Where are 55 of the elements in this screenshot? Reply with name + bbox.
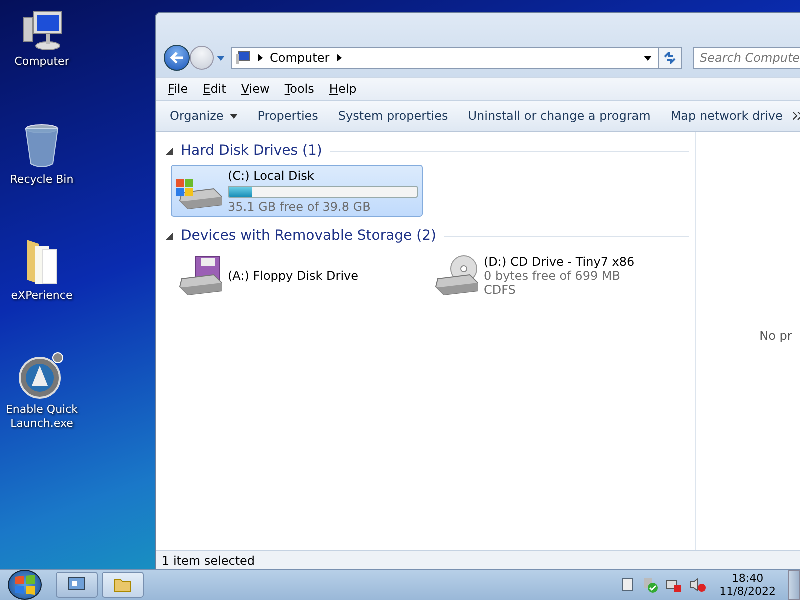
- collapse-triangle-icon[interactable]: [166, 148, 173, 154]
- menu-item[interactable]: Edit: [197, 82, 236, 96]
- arrow-left-icon: [170, 52, 184, 64]
- toolbar-button[interactable]: Uninstall or change a program: [458, 105, 661, 127]
- search-field[interactable]: Search Compute: [693, 47, 800, 69]
- dropdown-arrow-icon[interactable]: [644, 56, 652, 60]
- menu-item[interactable]: File: [162, 82, 198, 96]
- clock[interactable]: 18:40 11/8/2022: [720, 572, 776, 598]
- refresh-button[interactable]: [658, 47, 682, 69]
- refresh-icon: [663, 52, 677, 64]
- recycle-bin-icon[interactable]: [24, 124, 60, 170]
- app-icon[interactable]: [18, 352, 66, 400]
- clock-time: 18:40: [732, 572, 764, 585]
- toolbar-button[interactable]: System properties: [328, 105, 458, 127]
- drive-details: 35.1 GB free of 39.8 GB: [228, 200, 372, 214]
- drive-item[interactable]: (D:) CD Drive - Tiny7 x86 0 bytes free of 699 MB CDFS: [427, 250, 679, 302]
- preview-message: No pr: [760, 329, 792, 343]
- document-icon[interactable]: [622, 578, 634, 592]
- clock-date: 11/8/2022: [720, 585, 776, 598]
- menu-item[interactable]: View: [235, 82, 279, 96]
- toolbar-button[interactable]: Organize: [160, 105, 248, 127]
- desktop-icon-label[interactable]: Enable Quick Launch.exe: [0, 403, 84, 431]
- group-heading[interactable]: Hard Disk Drives (1): [181, 143, 322, 159]
- breadcrumb-item[interactable]: Computer: [270, 51, 330, 65]
- drive-details: 0 bytes free of 699 MB: [484, 269, 622, 283]
- drive-name: (D:) CD Drive - Tiny7 x86: [484, 255, 636, 269]
- menu-item[interactable]: Help: [323, 82, 366, 96]
- taskbar-button[interactable]: [56, 572, 98, 598]
- window-icon: [68, 577, 86, 593]
- toolbar-button[interactable]: Properties: [248, 105, 328, 127]
- chevron-right-icon[interactable]: [336, 54, 342, 62]
- drive-item[interactable]: (A:) Floppy Disk Drive: [171, 250, 423, 302]
- menu-item[interactable]: Tools: [278, 82, 324, 96]
- chevron-right-icon[interactable]: [258, 54, 263, 62]
- back-button[interactable]: [164, 45, 190, 71]
- group-heading[interactable]: Devices with Removable Storage (2): [181, 228, 436, 244]
- shield-check-icon[interactable]: [642, 577, 658, 593]
- desktop-icon-label[interactable]: Computer: [0, 55, 84, 69]
- start-button[interactable]: [8, 570, 42, 600]
- desktop-icon-label[interactable]: eXPerience: [0, 289, 84, 303]
- drive-name: (A:) Floppy Disk Drive: [228, 269, 360, 283]
- toolbar-button[interactable]: Map network drive: [660, 105, 793, 127]
- chevron-double-right-icon[interactable]: [792, 112, 800, 120]
- folder-icon[interactable]: [25, 238, 59, 286]
- desktop-icon-label[interactable]: Recycle Bin: [0, 173, 84, 187]
- address-bar[interactable]: Computer: [231, 47, 659, 69]
- caret-icon: [230, 114, 238, 118]
- drive-name: (C:) Local Disk: [228, 168, 316, 182]
- drive-details: CDFS: [484, 283, 517, 297]
- collapse-triangle-icon[interactable]: [166, 232, 173, 240]
- speaker-muted-icon[interactable]: [690, 577, 706, 593]
- folder-icon: [114, 577, 132, 593]
- status-text: 1 item selected: [162, 554, 256, 568]
- drive-item[interactable]: (C:) Local Disk 35.1 GB free of 39.8 GB: [171, 165, 423, 217]
- computer-icon: [235, 51, 251, 65]
